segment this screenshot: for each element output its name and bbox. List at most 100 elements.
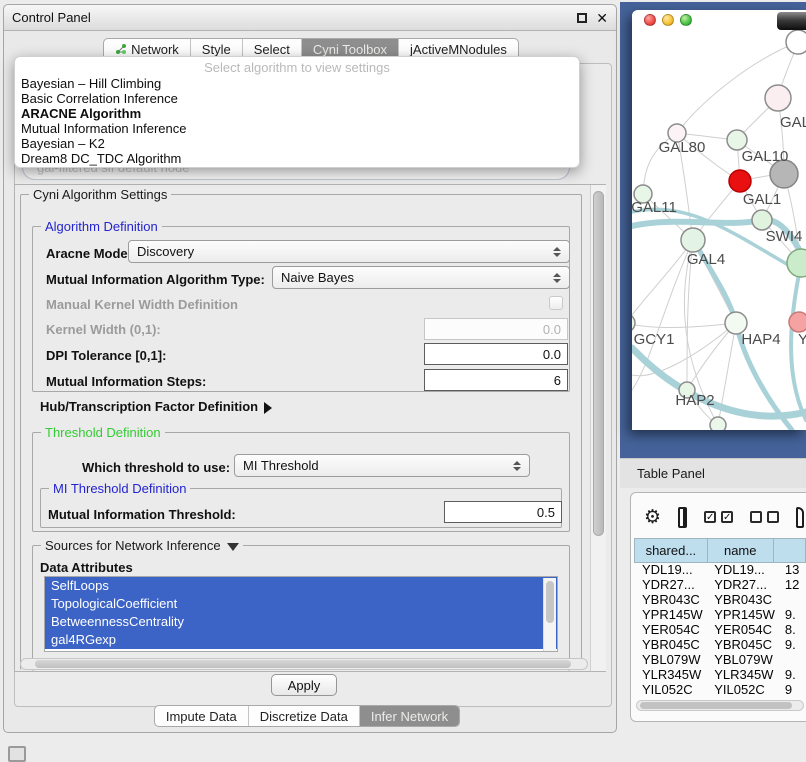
bottom-tab-bar: Impute Data Discretize Data Infer Networ… — [0, 705, 614, 727]
algorithm-option[interactable]: Bayesian – Hill Climbing — [15, 76, 579, 91]
table-row[interactable]: YBR045CYBR045C9. — [634, 637, 806, 652]
algorithm-option[interactable]: Basic Correlation Inference — [15, 91, 579, 106]
table-panel-titlebar: Table Panel — [620, 458, 806, 488]
table-row[interactable]: YBR043CYBR043C — [634, 592, 806, 607]
algorithm-definition-title: Algorithm Definition — [41, 219, 162, 234]
node-table-header: shared... name — [634, 538, 806, 563]
which-threshold-select[interactable]: MI Threshold — [234, 454, 530, 477]
which-threshold-label: Which threshold to use: — [82, 460, 230, 475]
node-label: GAL11 — [632, 199, 677, 216]
table-row[interactable]: YPR145WYPR145W9. — [634, 607, 806, 622]
dpi-tolerance-label: DPI Tolerance [0,1]: — [46, 348, 166, 363]
attribute-list-scrollbar[interactable] — [543, 578, 556, 652]
combo-arrows-icon — [513, 461, 521, 471]
mi-algorithm-type-label: Mutual Information Algorithm Type: — [46, 272, 265, 287]
kernel-width-field[interactable]: 0.0 — [424, 318, 568, 340]
algorithm-option[interactable]: Dream8 DC_TDC Algorithm — [15, 151, 579, 166]
table-row[interactable]: YDL19...YDL19...13 — [634, 562, 806, 577]
network-node[interactable] — [752, 210, 772, 230]
node-label: HAP2 — [675, 392, 714, 409]
attribute-item-selected[interactable]: BetweennessCentrality — [45, 613, 557, 631]
table-row[interactable]: YBL079WYBL079W — [634, 652, 806, 667]
mi-algorithm-type-select[interactable]: Naive Bayes — [272, 266, 570, 289]
table-row[interactable]: YIL052CYIL052C9 — [634, 682, 806, 697]
manual-kernel-width-checkbox[interactable] — [549, 296, 563, 310]
hub-definition-toggle[interactable]: Hub/Transcription Factor Definition — [40, 399, 272, 414]
column-header[interactable]: name — [707, 539, 773, 563]
network-icon — [115, 43, 127, 55]
network-node[interactable] — [729, 170, 751, 192]
node-label: GAL1 — [743, 191, 781, 208]
collapsed-panel-icon[interactable] — [8, 746, 26, 762]
mi-steps-label: Mutual Information Steps: — [46, 374, 206, 389]
select-all-checkboxes-icon[interactable]: ✓✓ — [704, 511, 733, 523]
sources-group-title[interactable]: Sources for Network Inference — [41, 538, 243, 553]
mi-threshold-field[interactable]: 0.5 — [444, 501, 562, 523]
cyni-settings-group-title: Cyni Algorithm Settings — [29, 187, 171, 202]
column-header[interactable]: shared... — [635, 539, 708, 563]
deselect-all-checkboxes-icon[interactable] — [750, 511, 779, 523]
table-row[interactable]: YDR27...YDR27...12 — [634, 577, 806, 592]
algorithm-option[interactable]: Bayesian – K2 — [15, 136, 579, 151]
table-row[interactable]: YLR345WYLR345W9. — [634, 667, 806, 682]
settings-vertical-scrollbar[interactable] — [590, 185, 606, 671]
window-minimize-button[interactable] — [662, 14, 674, 26]
column-header[interactable] — [773, 539, 805, 563]
threshold-definition-title: Threshold Definition — [41, 425, 165, 440]
dpi-tolerance-field[interactable]: 0.0 — [424, 343, 568, 365]
tab-discretize-data[interactable]: Discretize Data — [249, 706, 360, 726]
node-label: SWI4 — [766, 228, 803, 245]
network-node[interactable] — [787, 249, 806, 277]
node-label: GAL4 — [687, 251, 725, 268]
window-zoom-button[interactable] — [680, 14, 692, 26]
attribute-item-selected[interactable]: gal4RGexp — [45, 631, 557, 649]
collapsed-arrow-icon — [264, 402, 272, 414]
expanded-arrow-icon — [227, 543, 239, 551]
node-label: GAL80 — [659, 139, 706, 156]
network-canvas[interactable]: GAL GAL80 GAL10 GAL1 GAL11 SWI4 GAL4 GCY… — [632, 30, 806, 430]
network-node[interactable] — [789, 312, 806, 332]
network-node[interactable] — [681, 228, 705, 252]
algorithm-popup-header: Select algorithm to view settings — [15, 59, 579, 76]
mi-steps-field[interactable]: 6 — [424, 369, 568, 391]
node-table-rows: YDL19...YDL19...13 YDR27...YDR27...12 YB… — [634, 562, 806, 698]
apply-button[interactable]: Apply — [271, 674, 337, 696]
table-panel-title: Table Panel — [637, 466, 705, 481]
table-horizontal-scrollbar[interactable] — [636, 700, 804, 711]
aracne-mode-label: Aracne Mode: — [46, 246, 132, 261]
float-panel-icon[interactable] — [577, 13, 587, 23]
columns-icon[interactable] — [678, 507, 687, 528]
gear-icon[interactable]: ⚙ — [644, 508, 661, 527]
node-label: Y — [798, 331, 806, 348]
export-table-icon[interactable] — [796, 507, 804, 528]
tab-infer-network[interactable]: Infer Network — [360, 706, 459, 726]
combo-arrows-icon — [553, 273, 561, 283]
table-toolbar: ⚙ ✓✓ — [632, 498, 804, 536]
combo-arrows-icon — [553, 247, 561, 257]
window-corner-fragment — [777, 12, 806, 30]
algorithm-option-selected[interactable]: ARACNE Algorithm — [15, 106, 579, 121]
close-panel-icon[interactable]: ✕ — [596, 13, 608, 23]
mi-threshold-label: Mutual Information Threshold: — [48, 507, 236, 522]
table-row[interactable]: YER054CYER054C8. — [634, 622, 806, 637]
settings-horizontal-scrollbar[interactable] — [20, 658, 588, 670]
network-node[interactable] — [632, 314, 635, 332]
window-close-button[interactable] — [644, 14, 656, 26]
network-node[interactable] — [765, 85, 791, 111]
network-node[interactable] — [727, 130, 747, 150]
node-label: HAP4 — [741, 331, 780, 348]
tab-impute-data[interactable]: Impute Data — [155, 706, 249, 726]
aracne-mode-select[interactable]: Discovery — [128, 240, 570, 263]
algorithm-dropdown-popup: Select algorithm to view settings Bayesi… — [14, 56, 580, 168]
algorithm-option[interactable]: Mutual Information Inference — [15, 121, 579, 136]
network-node[interactable] — [786, 30, 806, 54]
network-node[interactable] — [710, 417, 726, 430]
data-attributes-list[interactable]: SelfLoops TopologicalCoefficient Between… — [44, 576, 558, 652]
attribute-item-selected[interactable]: TopologicalCoefficient — [45, 595, 557, 613]
control-panel-title: Control Panel — [12, 10, 91, 25]
attribute-item-selected[interactable]: SelfLoops — [45, 577, 557, 595]
data-attributes-label: Data Attributes — [40, 560, 133, 575]
node-label: GCY1 — [634, 331, 675, 348]
control-panel-titlebar: Control Panel ✕ — [4, 5, 616, 31]
kernel-width-label: Kernel Width (0,1): — [46, 322, 161, 337]
